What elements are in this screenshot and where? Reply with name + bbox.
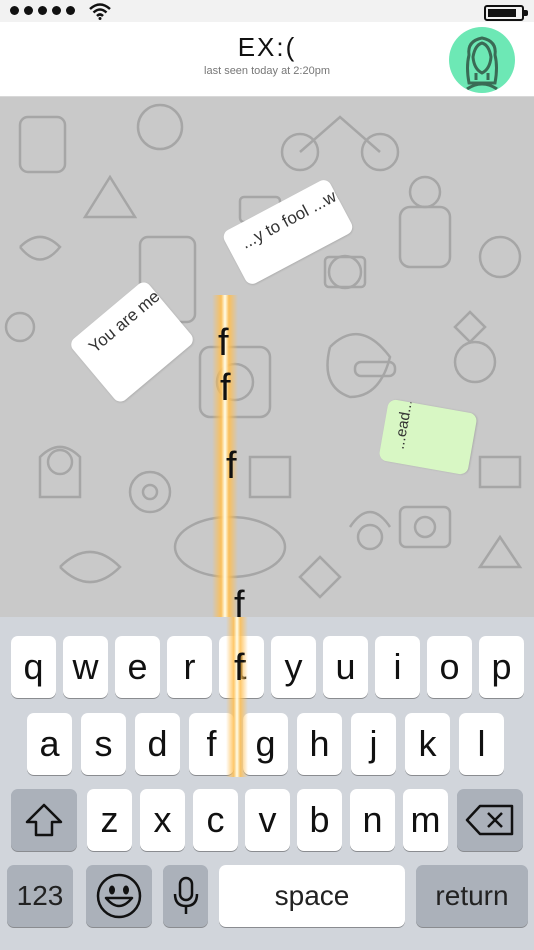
key-l[interactable]: l <box>459 713 504 775</box>
flying-letter: f <box>218 322 229 364</box>
emoji-key[interactable] <box>86 865 152 927</box>
key-g[interactable]: g <box>243 713 288 775</box>
backspace-key[interactable] <box>457 789 523 851</box>
battery-icon <box>484 5 528 21</box>
key-a[interactable]: a <box>27 713 72 775</box>
numbers-key[interactable]: 123 <box>7 865 73 927</box>
return-key[interactable]: return <box>416 865 528 927</box>
key-e[interactable]: e <box>115 636 160 698</box>
key-h[interactable]: h <box>297 713 342 775</box>
flying-letter: f <box>234 584 245 617</box>
avatar-icon <box>466 36 498 91</box>
key-d[interactable]: d <box>135 713 180 775</box>
key-n[interactable]: n <box>350 789 395 851</box>
key-y[interactable]: y <box>271 636 316 698</box>
key-b[interactable]: b <box>297 789 342 851</box>
key-r[interactable]: r <box>167 636 212 698</box>
flying-letter: f <box>234 647 245 689</box>
key-o[interactable]: o <box>427 636 472 698</box>
microphone-key[interactable] <box>163 865 208 927</box>
chat-area[interactable]: You are me... ...y to fool ...writ... ..… <box>0 97 534 617</box>
key-j[interactable]: j <box>351 713 396 775</box>
key-z[interactable]: z <box>87 789 132 851</box>
key-v[interactable]: v <box>245 789 290 851</box>
keyboard: q w e r t y u i o p a s d f g h j k l z … <box>0 617 534 950</box>
key-k[interactable]: k <box>405 713 450 775</box>
key-c[interactable]: c <box>193 789 238 851</box>
fire-trail <box>226 617 248 777</box>
key-w[interactable]: w <box>63 636 108 698</box>
emoji-icon <box>96 873 142 919</box>
space-key[interactable]: space <box>219 865 405 927</box>
key-q[interactable]: q <box>11 636 56 698</box>
key-s[interactable]: s <box>81 713 126 775</box>
key-u[interactable]: u <box>323 636 368 698</box>
wifi-icon <box>89 3 111 20</box>
key-x[interactable]: x <box>140 789 185 851</box>
signal-icon <box>10 6 75 15</box>
flying-letter: f <box>220 367 231 409</box>
shift-key[interactable] <box>11 789 77 851</box>
shift-icon <box>25 803 63 837</box>
status-bar <box>0 0 534 22</box>
chat-header: EX:( last seen today at 2:20pm <box>0 22 534 97</box>
key-i[interactable]: i <box>375 636 420 698</box>
key-p[interactable]: p <box>479 636 524 698</box>
flying-letter: f <box>226 445 237 487</box>
key-m[interactable]: m <box>403 789 448 851</box>
microphone-icon <box>173 876 198 914</box>
avatar[interactable] <box>449 27 515 93</box>
backspace-icon <box>465 804 514 836</box>
